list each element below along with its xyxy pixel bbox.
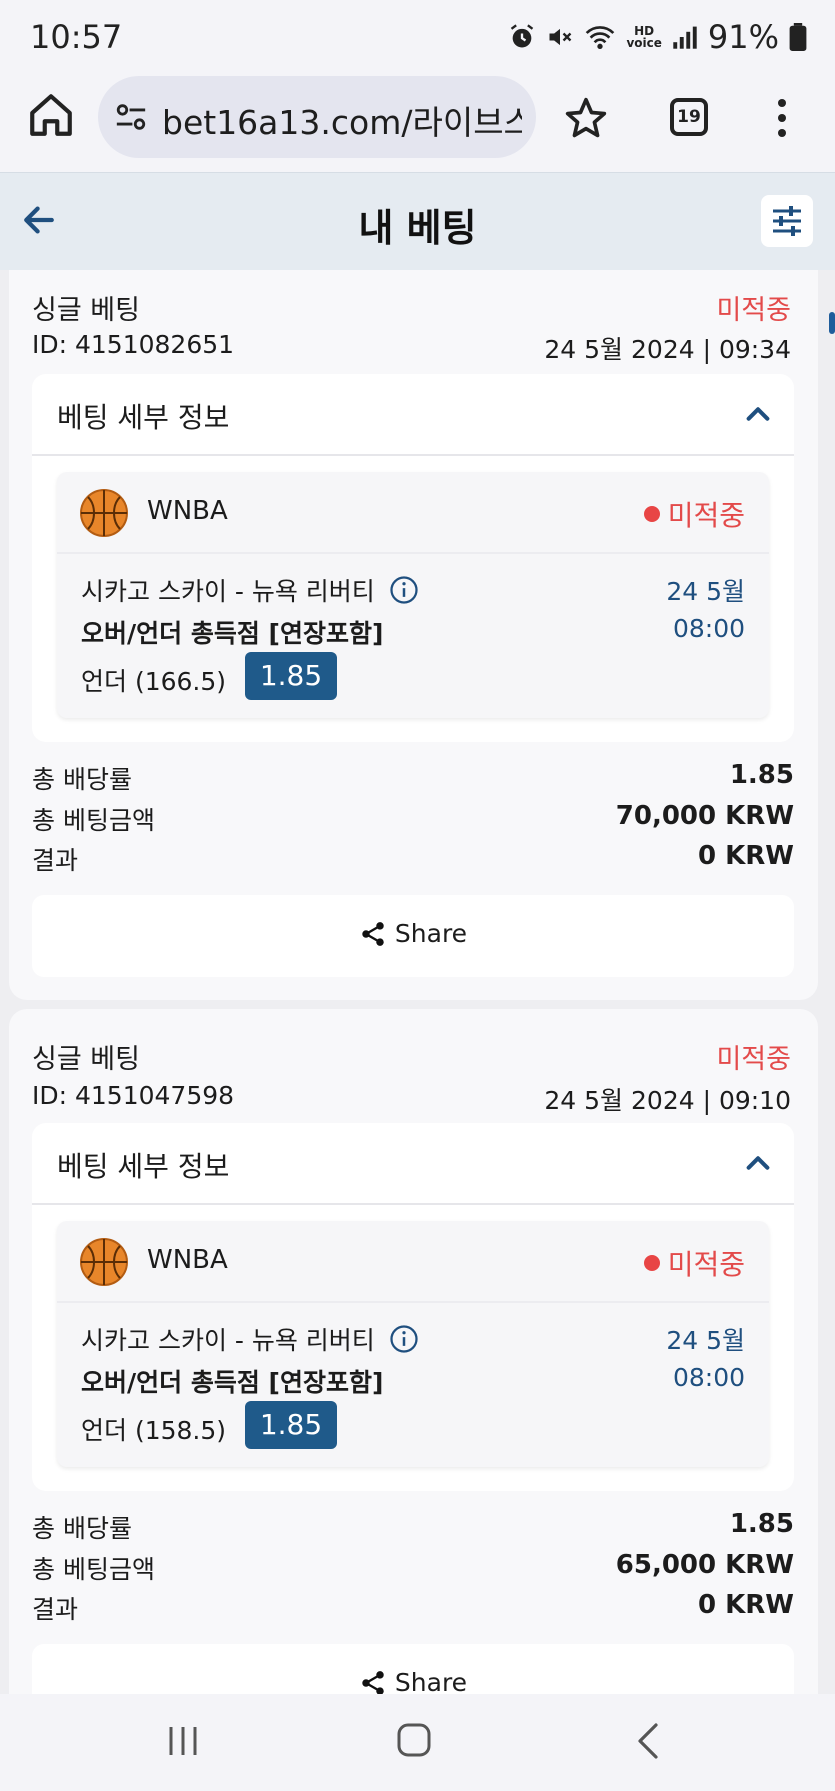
alarm-icon <box>511 24 534 48</box>
match-date: 24 5월 <box>666 1326 745 1355</box>
match-time: 08:00 <box>672 614 745 643</box>
status-bar: 10:57 HD voice 91% <box>0 0 835 72</box>
browser-toolbar: bet16a13.com/라이브스 19 <box>0 72 835 172</box>
wifi-icon <box>586 26 615 49</box>
home-nav-icon[interactable] <box>396 1722 432 1758</box>
bet-type: 싱글 베팅 <box>32 295 140 326</box>
signal-icon <box>673 26 697 49</box>
total-odds-row: 총 배당률 1.85 <box>32 1509 794 1543</box>
home-icon[interactable] <box>26 90 76 140</box>
basketball-icon <box>80 1238 128 1286</box>
status-time: 10:57 <box>30 18 123 56</box>
selection-header: WNBA 미적중 <box>57 472 769 554</box>
system-nav-bar <box>0 1694 835 1791</box>
info-icon[interactable] <box>389 1324 419 1354</box>
recent-apps-icon[interactable] <box>166 1724 200 1758</box>
divider <box>32 454 794 456</box>
bet-id: ID: 4151082651 <box>32 330 235 359</box>
sliders-icon <box>773 206 801 236</box>
status-dot <box>643 1255 660 1271</box>
battery-icon <box>789 23 807 51</box>
bookmark-star-icon[interactable] <box>564 96 608 140</box>
url-text[interactable]: bet16a13.com/라이브스 <box>162 96 522 144</box>
details-title[interactable]: 베팅 세부 정보 <box>57 1145 229 1185</box>
selection-item: WNBA 미적중 시카고 스카이 - 뉴욕 리버티 24 5월 08:00 오버… <box>57 472 769 718</box>
mute-icon <box>549 28 572 46</box>
match-name: 시카고 스카이 - 뉴욕 리버티 <box>81 572 419 608</box>
chevron-up-icon[interactable] <box>744 400 772 428</box>
page-title: 내 베팅 <box>358 206 477 250</box>
stake-row: 총 베팅금액 70,000 KRW <box>32 801 794 835</box>
stake-row: 총 베팅금액 65,000 KRW <box>32 1550 794 1584</box>
bet-date: 24 5월 2024 | 09:34 <box>544 335 791 364</box>
bet-id: ID: 4151047598 <box>32 1081 235 1110</box>
more-menu-icon[interactable] <box>772 98 792 138</box>
chevron-up-icon[interactable] <box>744 1149 772 1177</box>
details-title[interactable]: 베팅 세부 정보 <box>57 396 229 436</box>
bet-card: 싱글 베팅 미적중 ID: 4151082651 24 5월 2024 | 09… <box>9 270 818 1000</box>
bet-type: 싱글 베팅 <box>32 1044 140 1075</box>
result-row: 결과 0 KRW <box>32 841 794 875</box>
app-header: 내 베팅 <box>0 172 835 270</box>
pick-name: 언더 (158.5) <box>81 1416 227 1445</box>
share-button[interactable]: Share <box>32 895 794 977</box>
battery-level: 91% <box>707 18 779 56</box>
market-name: 오버/언더 총득점 [연장포함] <box>81 1368 384 1397</box>
league-name: WNBA <box>147 496 228 526</box>
info-icon[interactable] <box>389 575 419 605</box>
hd-voice-icon: HD voice <box>626 24 662 50</box>
status-icons: HD voice 91% <box>508 18 807 56</box>
selection-item: WNBA 미적중 시카고 스카이 - 뉴욕 리버티 24 5월 08:00 오버… <box>57 1221 769 1467</box>
league-name: WNBA <box>147 1245 228 1275</box>
pick-name: 언더 (166.5) <box>81 667 227 696</box>
bet-status: 미적중 <box>716 1044 791 1075</box>
bet-status: 미적중 <box>716 295 791 326</box>
bet-details-panel: 베팅 세부 정보 WNBA 미적중 시카고 스카이 - 뉴욕 리버티 24 5월… <box>32 374 794 742</box>
selection-status: 미적중 <box>643 1243 745 1283</box>
bet-details-panel: 베팅 세부 정보 WNBA 미적중 시카고 스카이 - 뉴욕 리버티 24 5월… <box>32 1123 794 1491</box>
address-bar[interactable]: bet16a13.com/라이브스 <box>98 76 536 158</box>
odds-badge: 1.85 <box>245 652 337 700</box>
odds-badge: 1.85 <box>245 1401 337 1449</box>
share-icon <box>362 1670 384 1694</box>
back-nav-icon[interactable] <box>634 1722 662 1760</box>
status-dot <box>643 506 660 522</box>
bet-date: 24 5월 2024 | 09:10 <box>544 1086 791 1115</box>
share-button[interactable]: Share <box>32 1644 794 1694</box>
filter-button[interactable] <box>761 195 813 247</box>
selection-status: 미적중 <box>643 494 745 534</box>
total-odds-row: 총 배당률 1.85 <box>32 760 794 794</box>
result-row: 결과 0 KRW <box>32 1590 794 1624</box>
bet-history-list[interactable]: 싱글 베팅 미적중 ID: 4151082651 24 5월 2024 | 09… <box>0 270 835 1694</box>
match-name: 시카고 스카이 - 뉴욕 리버티 <box>81 1321 419 1357</box>
scrollbar[interactable] <box>829 312 835 334</box>
bet-card: 싱글 베팅 미적중 ID: 4151047598 24 5월 2024 | 09… <box>9 1009 818 1694</box>
share-icon <box>362 921 384 946</box>
market-name: 오버/언더 총득점 [연장포함] <box>81 619 384 648</box>
tab-switcher-button[interactable]: 19 <box>670 98 708 136</box>
divider <box>32 1203 794 1205</box>
site-settings-icon[interactable] <box>114 100 148 134</box>
selection-header: WNBA 미적중 <box>57 1221 769 1303</box>
match-time: 08:00 <box>672 1363 745 1392</box>
match-date: 24 5월 <box>666 577 745 606</box>
basketball-icon <box>80 489 128 537</box>
